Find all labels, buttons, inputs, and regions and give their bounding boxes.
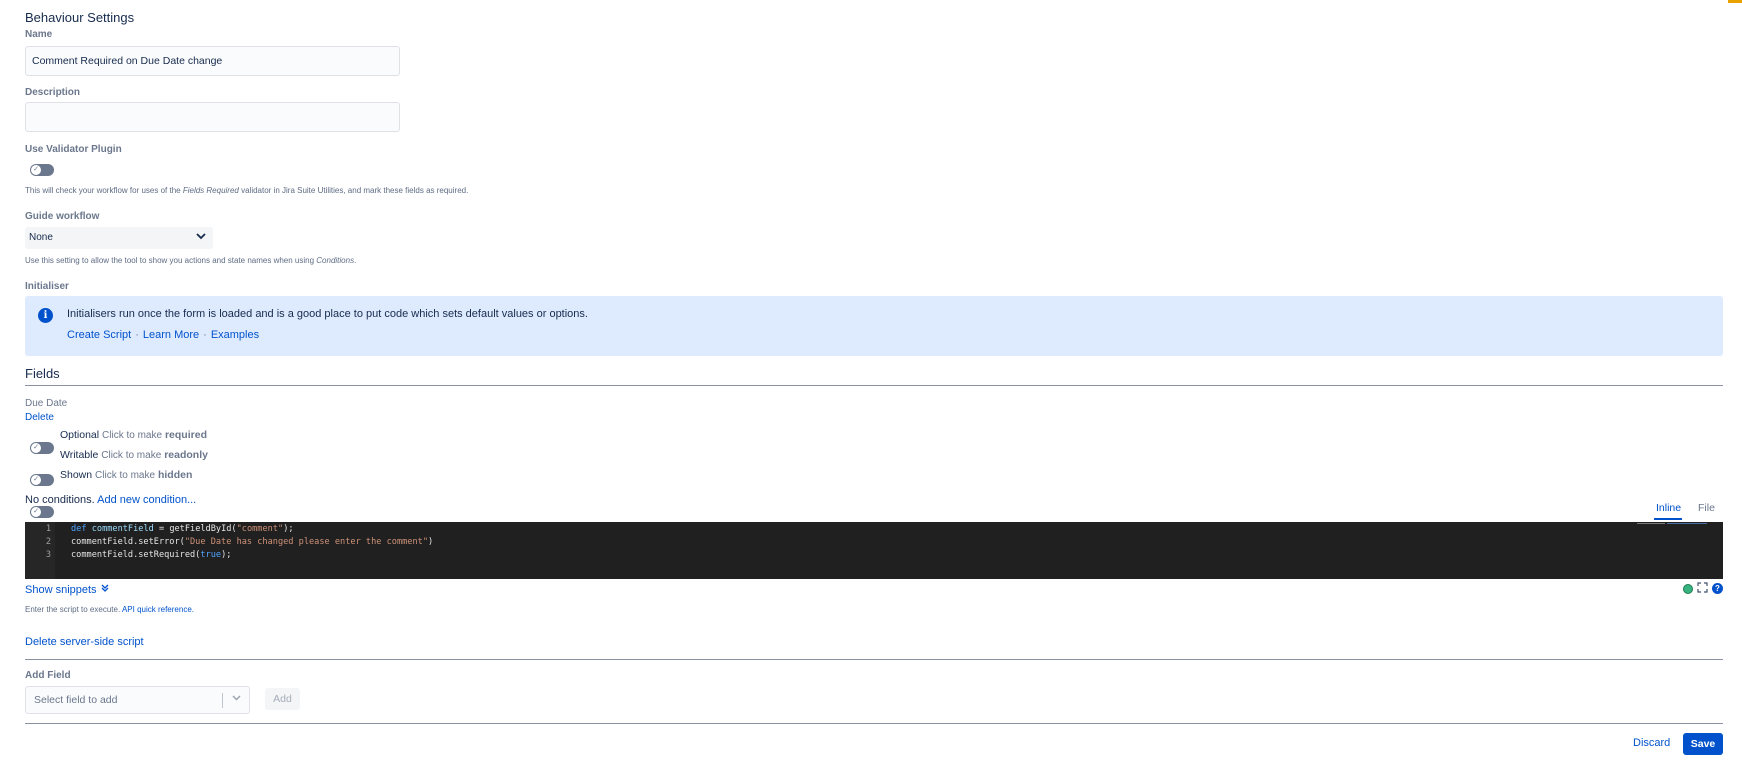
toggle-knob-icon: ✓: [31, 443, 41, 453]
discard-button[interactable]: Discard: [1633, 737, 1670, 749]
validator-help-suffix: validator in Jira Suite Utilities, and m…: [238, 186, 469, 195]
status-ok-icon: [1683, 584, 1693, 594]
add-condition-link[interactable]: Add new condition...: [97, 494, 196, 506]
line-number: 2: [45, 537, 51, 547]
code-line-1: 1 def commentField = getFieldById("commen…: [25, 524, 1715, 537]
validator-help-text: This will check your workflow for uses o…: [25, 186, 183, 195]
code-text: );: [283, 524, 294, 534]
toggle-target: readonly: [164, 449, 208, 461]
initialiser-links: Create Script · Learn More · Examples: [67, 329, 259, 341]
toggle-hint: Click to make: [95, 470, 156, 481]
tab-inline-underline: [1654, 518, 1682, 520]
add-field-select[interactable]: Select field to add: [25, 686, 250, 714]
line-number: 1: [45, 524, 51, 534]
code-line-3: 3 commentField.setRequired(true);: [25, 550, 1715, 563]
required-toggle[interactable]: ✓: [30, 442, 54, 454]
initialiser-info-panel: i Initialisers run once the form is load…: [25, 296, 1723, 356]
initialiser-label: Initialiser: [25, 281, 69, 292]
required-row: Optional Click to make required: [60, 429, 207, 441]
line-number: 3: [45, 550, 51, 560]
initialiser-message: Initialisers run once the form is loaded…: [67, 308, 588, 320]
validator-label: Use Validator Plugin: [25, 144, 122, 155]
info-icon: i: [38, 308, 53, 323]
code-keyword: true: [200, 550, 222, 560]
api-reference-link[interactable]: API quick reference.: [122, 605, 194, 614]
code-line-2: 2 commentField.setError("Due Date has cha…: [25, 537, 1715, 550]
show-snippets-label: Show snippets: [25, 584, 97, 596]
editor-minimap: [1637, 522, 1717, 528]
toggle-knob-icon: ✓: [31, 165, 41, 175]
code-text: );: [221, 550, 232, 560]
code-variable: commentField: [91, 524, 154, 534]
toggle-knob-icon: ✓: [31, 507, 41, 517]
guide-help-text: Use this setting to allow the tool to sh…: [25, 256, 317, 265]
add-field-divider: [25, 659, 1723, 660]
add-field-label: Add Field: [25, 670, 71, 681]
description-input[interactable]: [25, 102, 400, 132]
code-text: commentField.setError(: [71, 537, 185, 547]
toggle-hint: Click to make: [102, 430, 163, 441]
toggle-state: Writable: [60, 449, 99, 461]
delete-server-script-link[interactable]: Delete server-side script: [25, 636, 144, 648]
code-text: ): [428, 537, 434, 547]
code-editor[interactable]: 1 def commentField = getFieldById("commen…: [25, 522, 1723, 579]
script-help: Enter the script to execute. API quick r…: [25, 605, 194, 614]
link-separator: ·: [135, 329, 139, 341]
validator-toggle[interactable]: ✓: [30, 164, 54, 176]
code-text: commentField.setRequired(: [71, 550, 201, 560]
examples-link[interactable]: Examples: [211, 329, 259, 341]
validator-help: This will check your workflow for uses o…: [25, 186, 468, 195]
toggle-state: Optional: [60, 429, 100, 441]
guide-help-em: Conditions: [316, 256, 355, 265]
guide-help-suffix: .: [354, 256, 357, 265]
name-input[interactable]: Comment Required on Due Date change: [25, 46, 400, 76]
code-string: "comment": [236, 524, 284, 534]
field-name: Due Date: [25, 398, 68, 409]
footer-divider: [25, 723, 1723, 724]
guide-workflow-label: Guide workflow: [25, 211, 100, 222]
help-icon[interactable]: ?: [1712, 583, 1723, 594]
delete-field-link[interactable]: Delete: [25, 412, 54, 423]
conditions-text: No conditions.: [25, 494, 95, 506]
tab-inline[interactable]: Inline: [1656, 502, 1681, 514]
add-field-button[interactable]: Add: [265, 688, 300, 710]
toggle-target: hidden: [157, 469, 193, 481]
select-separator: [222, 693, 223, 708]
toggle-target: required: [164, 429, 207, 441]
fullscreen-icon[interactable]: [1697, 582, 1708, 596]
page-title: Behaviour Settings: [25, 10, 135, 25]
code-keyword: def: [71, 524, 87, 534]
toggle-knob-icon: ✓: [31, 475, 41, 485]
readonly-toggle[interactable]: ✓: [30, 474, 54, 486]
code-text: = getFieldById(: [153, 524, 237, 534]
toggle-hint: Click to make: [101, 450, 162, 461]
code-string: "Due Date has changed please enter the c…: [184, 537, 429, 547]
name-label: Name: [25, 29, 53, 40]
guide-workflow-select[interactable]: None: [25, 227, 213, 249]
validator-help-em: Fields Required: [182, 186, 239, 195]
fields-section-title: Fields: [25, 366, 60, 381]
double-chevron-down-icon: [100, 584, 110, 596]
guide-workflow-selected: None: [29, 232, 53, 243]
add-field-placeholder: Select field to add: [34, 694, 118, 706]
toggle-state: Shown: [60, 469, 93, 481]
learn-more-link[interactable]: Learn More: [143, 329, 199, 341]
hidden-row: Shown Click to make hidden: [60, 469, 192, 481]
readonly-row: Writable Click to make readonly: [60, 449, 208, 461]
link-separator: ·: [203, 329, 207, 341]
save-button[interactable]: Save: [1683, 733, 1723, 755]
conditions-line: No conditions. Add new condition...: [25, 494, 196, 506]
corner-indicator: [1728, 0, 1742, 3]
description-label: Description: [25, 87, 81, 98]
guide-workflow-help: Use this setting to allow the tool to sh…: [25, 256, 356, 265]
create-script-link[interactable]: Create Script: [67, 329, 131, 341]
tab-file[interactable]: File: [1698, 502, 1715, 514]
script-help-text: Enter the script to execute.: [25, 605, 122, 614]
hidden-toggle[interactable]: ✓: [30, 506, 54, 518]
fields-divider: [25, 385, 1723, 386]
chevron-down-icon: [195, 230, 207, 245]
chevron-down-icon: [231, 692, 242, 706]
show-snippets-link[interactable]: Show snippets: [25, 583, 110, 596]
